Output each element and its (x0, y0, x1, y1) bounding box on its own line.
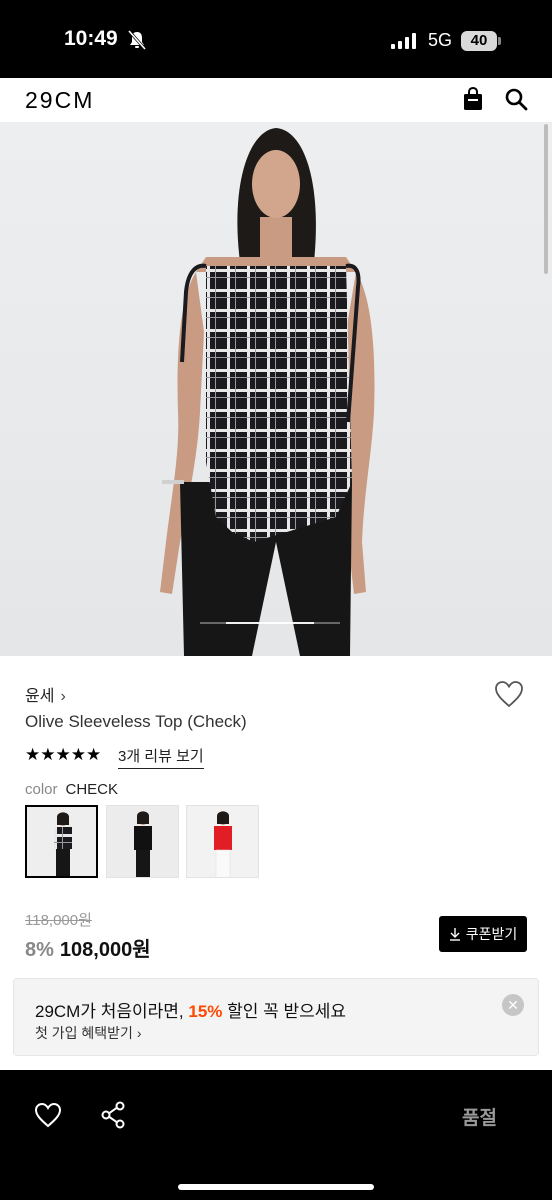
sale-price: 108,000원 (59, 939, 151, 961)
carousel-indicator (226, 622, 314, 624)
chevron-right-icon: › (60, 688, 66, 705)
signup-benefit-link[interactable]: 첫 가입 혜택받기 › (35, 1023, 142, 1043)
promo-percent: 15% (188, 1002, 223, 1021)
color-option-row: color CHECK (25, 781, 118, 798)
wishlist-heart-icon[interactable] (34, 1102, 62, 1128)
scrollbar[interactable] (544, 124, 548, 274)
price-row: 8% 108,000원 (25, 933, 151, 962)
shopping-bag-icon[interactable] (462, 87, 484, 111)
rating-stars: ★★★★★ (25, 745, 102, 764)
swatch-red[interactable] (186, 805, 259, 878)
app-header: 29CM (0, 78, 552, 122)
status-bar: 10:49 5G 40 (0, 0, 552, 78)
product-info: 윤세 › Olive Sleeveless Top (Check) ★★★★★ 3… (0, 656, 552, 974)
signal-icon (391, 33, 416, 49)
model-illustration (160, 128, 375, 656)
heart-icon[interactable] (494, 680, 524, 708)
promo-banner[interactable]: 29CM가 처음이라면, 15% 할인 꼭 받으세요 첫 가입 혜택받기 › ✕ (13, 978, 539, 1056)
coupon-button[interactable]: 쿠폰받기 (439, 916, 527, 952)
swatch-black[interactable] (106, 805, 179, 878)
brand-name: 윤세 (25, 688, 55, 705)
swatch-check-image (27, 807, 96, 876)
discount-rate: 8% (25, 939, 54, 961)
swatch-check[interactable] (25, 805, 98, 878)
download-icon (449, 928, 460, 941)
color-value: CHECK (65, 781, 119, 798)
promo-title-suffix: 할인 꼭 받으세요 (222, 1002, 347, 1021)
product-name: Olive Sleeveless Top (Check) (25, 712, 247, 731)
promo-title-prefix: 29CM가 처음이라면, (35, 1002, 189, 1021)
review-link[interactable]: 3개 리뷰 보기 (118, 745, 204, 769)
battery-indicator: 40 (461, 31, 497, 51)
bottom-action-bar: 품절 (0, 1070, 552, 1200)
promo-title: 29CM가 처음이라면, 15% 할인 꼭 받으세요 (35, 997, 346, 1022)
home-indicator[interactable] (178, 1184, 374, 1190)
logo[interactable]: 29CM (25, 87, 94, 114)
product-image[interactable] (0, 122, 552, 656)
soldout-button: 품절 (462, 1108, 497, 1129)
close-icon[interactable]: ✕ (502, 994, 524, 1016)
battery-nub (498, 37, 501, 45)
bell-off-icon (128, 30, 146, 50)
network-label: 5G (428, 30, 453, 50)
brand-link[interactable]: 윤세 › (25, 682, 66, 706)
color-label: color (25, 781, 58, 798)
original-price: 118,000원 (25, 912, 92, 929)
search-icon[interactable] (504, 87, 528, 111)
swatch-black-image (107, 806, 178, 877)
swatch-red-image (187, 806, 258, 877)
share-icon[interactable] (100, 1101, 126, 1129)
status-time: 10:49 (64, 27, 118, 50)
coupon-button-label: 쿠폰받기 (465, 926, 518, 942)
